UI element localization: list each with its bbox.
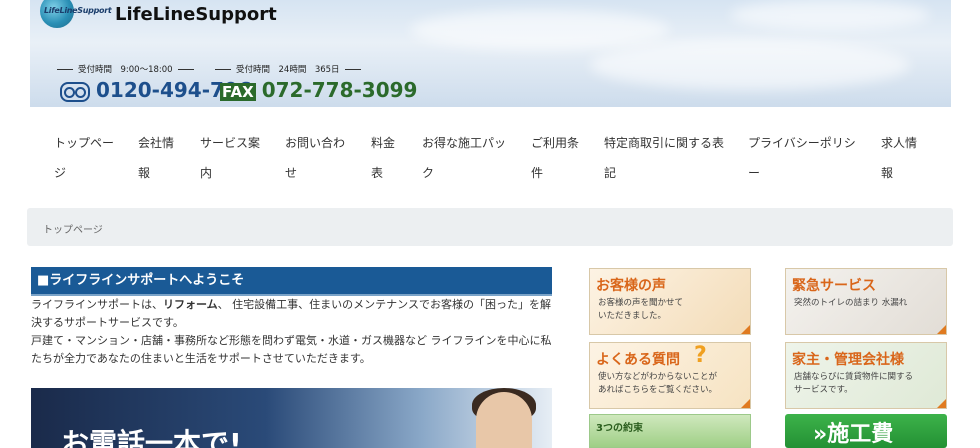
banner-title: よくある質問 [596,352,680,368]
corner-arrow-icon [937,325,946,334]
hours-free-dial: 受付時間 9:00～18:00 [52,63,199,75]
question-mark-icon: ? [694,343,707,368]
banner-subtitle: 突然のトイレの詰まり 水漏れ [794,298,908,308]
breadcrumb-current: トップページ [43,225,103,236]
faq-banner[interactable]: よくある質問 ? 使い方などがわからないことが あればこちらをご覧ください。 [589,342,751,409]
banner-subtitle: お客様の声を聞かせて いただきました。 [598,298,684,321]
section-title: ■ライフラインサポートへようこそ [31,267,552,296]
nav-item-pack[interactable]: お得な施工パック [422,128,512,188]
intro-text: ライフラインサポートは、リフォーム、 住宅設備工事、住まいのメンテナンスでお客様… [31,296,552,368]
global-nav: トップページ 会社情報 サービス案内 お問い合わせ 料金表 お得な施工パック ご… [30,128,951,188]
fax-icon: FAX [220,82,256,101]
banner-title: 3つの約束 [596,423,643,434]
nav-item-top[interactable]: トップページ [54,128,120,188]
intro-paragraph-1: ライフラインサポートは、リフォーム、 住宅設備工事、住まいのメンテナンスでお客様… [31,298,551,329]
corner-arrow-icon [741,325,750,334]
operator-face [476,392,532,448]
cloud-decoration [590,40,910,90]
three-promises-banner[interactable]: 3つの約束 [589,414,751,448]
hours-fax: 受付時間 24時間 365日 [210,63,366,75]
nav-item-company[interactable]: 会社情報 [138,128,180,188]
hero-text: お電話一本で! [61,427,242,448]
nav-item-service[interactable]: サービス案内 [200,128,266,188]
nav-item-privacy[interactable]: プライバシーポリシー [748,128,862,188]
customer-voice-banner[interactable]: お客様の声 お客様の声を聞かせて いただきました。 [589,268,751,335]
banner-subtitle: 使い方などがわからないことが あればこちらをご覧ください。 [598,372,718,395]
logo[interactable]: LifeLineSupport [44,6,112,15]
nav-item-pricing[interactable]: 料金表 [371,128,401,188]
fax-number: FAX 072-778-3099 [220,78,418,102]
banner-title: »施工費 [813,422,894,447]
banner-subtitle: 店舗ならびに賃貸物件に関する サービスです。 [794,372,914,395]
site-title[interactable]: LifeLineSupport [115,4,277,25]
banner-title: 緊急サービス [792,278,876,294]
breadcrumb: トップページ [27,208,953,246]
nav-item-contact[interactable]: お問い合わせ [285,128,351,188]
cloud-decoration [730,0,930,30]
nav-item-commerce-law[interactable]: 特定商取引に関する表記 [604,128,730,188]
free-dial-icon [60,81,90,102]
banner-title: 家主・管理会社様 [792,352,904,368]
hero-banner[interactable]: お電話一本で! [31,388,552,448]
corner-arrow-icon [937,399,946,408]
owner-management-banner[interactable]: 家主・管理会社様 店舗ならびに賃貸物件に関する サービスです。 [785,342,947,409]
banner-title: お客様の声 [596,278,666,294]
corner-arrow-icon [741,399,750,408]
header-banner: LifeLineSupport LifeLineSupport 受付時間 9:0… [30,0,951,107]
nav-item-terms[interactable]: ご利用条件 [531,128,585,188]
cloud-decoration [410,10,670,50]
works-cost-banner[interactable]: »施工費 [785,414,947,448]
emergency-service-banner[interactable]: 緊急サービス 突然のトイレの詰まり 水漏れ [785,268,947,335]
nav-item-recruit[interactable]: 求人情報 [881,128,923,188]
intro-paragraph-2: 戸建て・マンション・店舗・事務所など形態を問わず電気・水道・ガス機器など ライフ… [31,334,552,365]
